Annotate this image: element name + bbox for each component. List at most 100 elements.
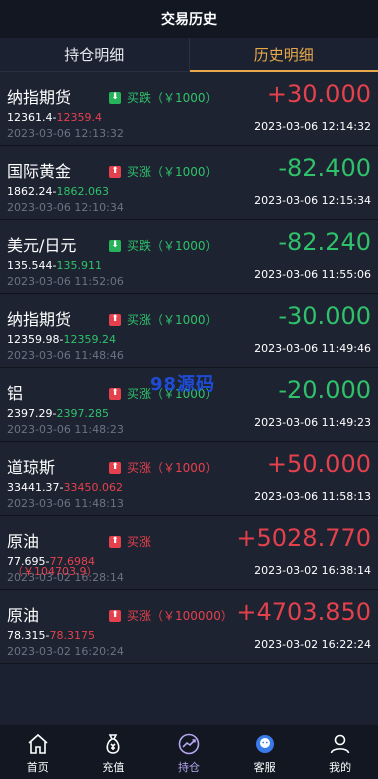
trade-row[interactable]: 原油 ⬆ 买涨 （￥100000） 78.315-78.3175 2023-03-02 1…: [0, 590, 378, 664]
trade-name: 道琼斯: [7, 458, 56, 477]
nav-positions[interactable]: 持仓: [151, 725, 227, 779]
open-time: 2023-03-02 16:20:24: [7, 645, 124, 658]
open-time: 2023-03-06 12:13:32: [7, 127, 124, 140]
trade-prices: 1862.24-1862.063: [7, 185, 109, 198]
trade-amount: （￥1000）: [151, 461, 218, 475]
trade-name: 原油: [7, 532, 40, 551]
profit-loss: +50.000: [266, 450, 371, 478]
trade-direction-label: 买涨: [127, 165, 152, 179]
close-time: 2023-03-06 11:49:46: [254, 342, 371, 355]
trade-amount: （￥1000）: [151, 313, 218, 327]
trade-direction-label: 买涨: [127, 535, 152, 549]
trade-direction: ⬆ 买涨 （￥1000）: [109, 163, 218, 180]
trade-prices: 135.544-135.911: [7, 259, 102, 272]
page-header: 交易历史: [0, 0, 378, 38]
trade-direction-label: 买跌: [127, 91, 152, 105]
nav-home-label: 首页: [26, 761, 49, 774]
trade-direction: ⬆ 买涨 （￥1000）: [109, 311, 218, 328]
nav-mine[interactable]: 我的: [302, 725, 378, 779]
money-bag-icon: [106, 734, 120, 754]
trade-list: 纳指期货 ⬇ 买跌 （￥1000） 12361.4-12359.4 2023-03-06 …: [0, 72, 378, 664]
trade-prices: 12361.4-12359.4: [7, 111, 102, 124]
trade-direction-label: 买涨: [127, 387, 152, 401]
trade-name: 原油: [7, 606, 40, 625]
open-price: 12361.4: [7, 111, 53, 124]
trade-name: 铝: [7, 384, 24, 403]
arrow-up-icon: ⬆: [109, 461, 121, 474]
arrow-up-icon: ⬆: [109, 165, 121, 178]
tab-history[interactable]: 历史明细: [188, 38, 378, 72]
trade-row[interactable]: 国际黄金 ⬆ 买涨 （￥1000） 1862.24-1862.063 2023-03-06…: [0, 146, 378, 220]
nav-support-label: 客服: [253, 761, 276, 774]
open-price: 135.544: [7, 259, 53, 272]
open-time: 2023-03-06 11:48:46: [7, 349, 124, 362]
open-price: 33441.37: [7, 481, 60, 494]
close-price: 135.911: [56, 259, 102, 272]
trade-direction: ⬆ 买涨 （￥1000）: [109, 459, 218, 476]
arrow-up-icon: ⬆: [109, 387, 121, 400]
page-title: 交易历史: [161, 12, 217, 28]
arrow-down-icon: ⬇: [109, 239, 121, 252]
open-time: 2023-03-06 11:52:06: [7, 275, 124, 288]
close-price: 78.3175: [49, 629, 95, 642]
close-time: 2023-03-02 16:22:24: [254, 638, 371, 651]
profit-loss: -82.400: [278, 154, 371, 182]
trade-amount: （￥1000）: [151, 91, 218, 105]
nav-recharge[interactable]: 充值: [76, 725, 152, 779]
profit-loss: -82.240: [278, 228, 371, 256]
open-price: 2397.29: [7, 407, 53, 420]
close-time: 2023-03-06 11:58:13: [254, 490, 371, 503]
trade-direction-label: 买涨: [127, 609, 152, 623]
arrow-up-icon: ⬆: [109, 609, 121, 622]
trade-name: 纳指期货: [7, 310, 72, 329]
trade-row[interactable]: 美元/日元 ⬇ 买跌 （￥1000） 135.544-135.911 2023-03-06…: [0, 220, 378, 294]
open-time: 2023-03-06 11:48:23: [7, 423, 124, 436]
trade-prices: 2397.29-2397.285: [7, 407, 109, 420]
close-time: 2023-03-02 16:38:14: [254, 564, 371, 577]
trade-direction-label: 买跌: [127, 239, 152, 253]
bottom-nav: 首页 充值 持仓 客服 我的: [0, 725, 378, 779]
profit-loss: -30.000: [278, 302, 371, 330]
trade-prices: 12359.98-12359.24: [7, 333, 116, 346]
arrow-up-icon: ⬆: [109, 313, 121, 326]
trade-row[interactable]: 道琼斯 ⬆ 买涨 （￥1000） 33441.37-33450.062 2023-03-0…: [0, 442, 378, 516]
trade-name: 国际黄金: [7, 162, 72, 181]
arrow-up-icon: ⬆: [109, 535, 121, 548]
nav-support[interactable]: 客服: [227, 725, 303, 779]
close-time: 2023-03-06 11:55:06: [254, 268, 371, 281]
trade-direction: ⬆ 买涨 （￥100000）: [109, 607, 233, 624]
close-time: 2023-03-06 12:14:32: [254, 120, 371, 133]
trade-direction: ⬆ 买涨: [109, 533, 151, 550]
trade-amount: （￥100000）: [151, 609, 233, 623]
close-time: 2023-03-06 11:49:23: [254, 416, 371, 429]
profit-loss: +4703.850: [236, 598, 371, 626]
trade-direction-label: 买涨: [127, 313, 152, 327]
trade-row[interactable]: 纳指期货 ⬇ 买跌 （￥1000） 12361.4-12359.4 2023-03-06 …: [0, 72, 378, 146]
nav-mine-label: 我的: [329, 761, 352, 774]
trade-row[interactable]: 纳指期货 ⬆ 买涨 （￥1000） 12359.98-12359.24 2023-03-0…: [0, 294, 378, 368]
open-time: 2023-03-06 12:10:34: [7, 201, 124, 214]
open-price: 1862.24: [7, 185, 53, 198]
trade-amount: （￥1000）: [151, 165, 218, 179]
overlay-amount: （￥104703.9）: [12, 565, 98, 578]
user-icon: [330, 734, 350, 754]
close-price: 12359.24: [63, 333, 116, 346]
nav-home[interactable]: 首页: [0, 725, 76, 779]
trade-amount: （￥1000）: [151, 239, 218, 253]
close-price: 2397.285: [56, 407, 109, 420]
open-price: 78.315: [7, 629, 46, 642]
trade-row[interactable]: 原油 ⬆ 买涨 77.695-77.6984 2023-03-02 16:28:14 （￥…: [0, 516, 378, 590]
close-time: 2023-03-06 12:15:34: [254, 194, 371, 207]
trade-direction: ⬇ 买跌 （￥1000）: [109, 237, 218, 254]
close-price: 33450.062: [63, 481, 123, 494]
tab-positions[interactable]: 持仓明细: [0, 38, 189, 71]
trade-name: 美元/日元: [7, 236, 77, 255]
trade-prices: 78.315-78.3175: [7, 629, 95, 642]
app-root: 交易历史 持仓明细 历史明细 纳指期货 ⬇ 买跌 （￥1000） 12361.4-123…: [0, 0, 378, 779]
open-price: 12359.98: [7, 333, 60, 346]
home-icon: [28, 733, 48, 754]
support-icon: [255, 735, 274, 753]
trade-name: 纳指期货: [7, 88, 72, 107]
close-price: 12359.4: [56, 111, 102, 124]
close-price: 1862.063: [56, 185, 109, 198]
